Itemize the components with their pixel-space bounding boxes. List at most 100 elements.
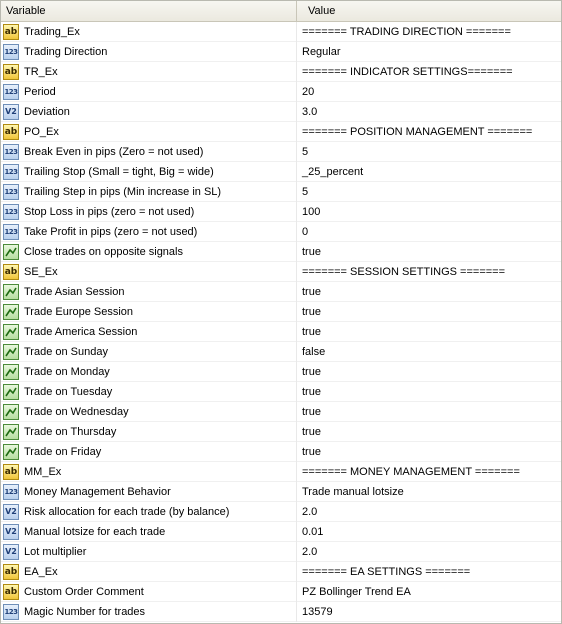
value-cell[interactable]: true [297, 322, 561, 342]
variable-cell[interactable]: V2 Risk allocation for each trade (by bal… [1, 502, 297, 522]
variable-cell[interactable]: Trade on Monday [1, 362, 297, 382]
value-cell[interactable]: 0.01 [297, 522, 561, 542]
variable-cell[interactable]: 123 Trailing Step in pips (Min increase i… [1, 182, 297, 202]
table-row[interactable]: ab PO_Ex ======= POSITION MANAGEMENT =====… [1, 122, 561, 142]
table-row[interactable]: 123 Trailing Stop (Small = tight, Big = w… [1, 162, 561, 182]
variable-cell[interactable]: 123 Period [1, 82, 297, 102]
value-cell[interactable]: 20 [297, 82, 561, 102]
value-cell[interactable]: true [297, 402, 561, 422]
value-cell[interactable]: true [297, 382, 561, 402]
value-cell[interactable]: ======= TRADING DIRECTION ======= [297, 22, 561, 42]
value-cell[interactable]: 0 [297, 222, 561, 242]
variable-cell[interactable]: 123 Trading Direction [1, 42, 297, 62]
variable-cell[interactable]: V2 Deviation [1, 102, 297, 122]
value-cell[interactable]: 3.0 [297, 102, 561, 122]
table-row[interactable]: ab TR_Ex ======= INDICATOR SETTINGS======= [1, 62, 561, 82]
table-row[interactable]: Trade on Tuesday true [1, 382, 561, 402]
table-row[interactable]: V2 Risk allocation for each trade (by bal… [1, 502, 561, 522]
table-row[interactable]: 123 Period 20 [1, 82, 561, 102]
double-icon: V2 [3, 544, 19, 560]
integer-icon: 123 [3, 604, 19, 620]
variable-cell[interactable]: V2 Manual lotsize for each trade [1, 522, 297, 542]
table-row[interactable]: 123 Stop Loss in pips (zero = not used) 10… [1, 202, 561, 222]
table-row[interactable]: V2 Lot multiplier 2.0 [1, 542, 561, 562]
table-row[interactable]: Trade Asian Session true [1, 282, 561, 302]
value-cell[interactable]: PZ Bollinger Trend EA [297, 582, 561, 602]
value-cell[interactable]: true [297, 282, 561, 302]
table-row[interactable]: Trade on Thursday true [1, 422, 561, 442]
table-row[interactable]: Trade on Monday true [1, 362, 561, 382]
double-icon: V2 [3, 524, 19, 540]
variable-cell[interactable]: Trade America Session [1, 322, 297, 342]
variable-name: Trade on Friday [24, 446, 102, 458]
variable-cell[interactable]: Trade on Tuesday [1, 382, 297, 402]
table-row[interactable]: 123 Money Management Behavior Trade manual… [1, 482, 561, 502]
variable-cell[interactable]: ab MM_Ex [1, 462, 297, 482]
variable-cell[interactable]: Trade on Wednesday [1, 402, 297, 422]
table-row[interactable]: Close trades on opposite signals true [1, 242, 561, 262]
table-row[interactable]: 123 Trailing Step in pips (Min increase i… [1, 182, 561, 202]
value-cell[interactable]: ======= EA SETTINGS ======= [297, 562, 561, 582]
table-row[interactable]: Trade on Friday true [1, 442, 561, 462]
table-row[interactable]: V2 Deviation 3.0 [1, 102, 561, 122]
value-cell[interactable]: false [297, 342, 561, 362]
value-cell[interactable]: Regular [297, 42, 561, 62]
table-row[interactable]: 123 Take Profit in pips (zero = not used)… [1, 222, 561, 242]
variable-cell[interactable]: ab Trading_Ex [1, 22, 297, 42]
table-row[interactable]: 123 Break Even in pips (Zero = not used) 5 [1, 142, 561, 162]
value-cell[interactable]: 2.0 [297, 502, 561, 522]
value-cell[interactable]: ======= POSITION MANAGEMENT ======= [297, 122, 561, 142]
variable-cell[interactable]: 123 Break Even in pips (Zero = not used) [1, 142, 297, 162]
value-cell[interactable]: 2.0 [297, 542, 561, 562]
variable-cell[interactable]: 123 Stop Loss in pips (zero = not used) [1, 202, 297, 222]
variable-cell[interactable]: Trade on Friday [1, 442, 297, 462]
value-cell[interactable]: 13579 [297, 602, 561, 622]
table-row[interactable]: Trade on Wednesday true [1, 402, 561, 422]
table-row[interactable]: V2 Manual lotsize for each trade 0.01 [1, 522, 561, 542]
value-cell[interactable]: 5 [297, 182, 561, 202]
value-cell[interactable]: ======= MONEY MANAGEMENT ======= [297, 462, 561, 482]
variable-cell[interactable]: ab TR_Ex [1, 62, 297, 82]
table-row[interactable]: 123 Magic Number for trades 13579 [1, 602, 561, 622]
variable-cell[interactable]: Close trades on opposite signals [1, 242, 297, 262]
table-row[interactable]: ab Trading_Ex ======= TRADING DIRECTION ==… [1, 22, 561, 42]
value-cell[interactable]: ======= INDICATOR SETTINGS======= [297, 62, 561, 82]
variable-name: Risk allocation for each trade (by balan… [24, 506, 230, 518]
value-cell[interactable]: true [297, 442, 561, 462]
table-row[interactable]: Trade Europe Session true [1, 302, 561, 322]
variable-cell[interactable]: 123 Money Management Behavior [1, 482, 297, 502]
variable-cell[interactable]: Trade Europe Session [1, 302, 297, 322]
value-cell[interactable]: Trade manual lotsize [297, 482, 561, 502]
value-cell[interactable]: ======= SESSION SETTINGS ======= [297, 262, 561, 282]
table-row[interactable]: Trade on Sunday false [1, 342, 561, 362]
table-row[interactable]: ab MM_Ex ======= MONEY MANAGEMENT ======= [1, 462, 561, 482]
table-row[interactable]: ab SE_Ex ======= SESSION SETTINGS ======= [1, 262, 561, 282]
value-cell[interactable]: true [297, 422, 561, 442]
table-row[interactable]: ab EA_Ex ======= EA SETTINGS ======= [1, 562, 561, 582]
variable-cell[interactable]: Trade on Thursday [1, 422, 297, 442]
table-row[interactable]: Trade America Session true [1, 322, 561, 342]
variable-column-header[interactable]: Variable [1, 1, 297, 21]
value-column-header[interactable]: Value [297, 1, 561, 21]
variable-cell[interactable]: ab SE_Ex [1, 262, 297, 282]
variable-cell[interactable]: 123 Magic Number for trades [1, 602, 297, 622]
variable-cell[interactable]: ab Custom Order Comment [1, 582, 297, 602]
string-icon: ab [3, 584, 19, 600]
value-cell[interactable]: true [297, 242, 561, 262]
value-cell[interactable]: true [297, 362, 561, 382]
variable-name: Trailing Step in pips (Min increase in S… [24, 186, 222, 198]
table-row[interactable]: ab Custom Order Comment PZ Bollinger Trend… [1, 582, 561, 602]
value-cell[interactable]: true [297, 302, 561, 322]
value-cell[interactable]: 5 [297, 142, 561, 162]
value-cell[interactable]: 100 [297, 202, 561, 222]
variable-cell[interactable]: 123 Take Profit in pips (zero = not used) [1, 222, 297, 242]
variable-cell[interactable]: V2 Lot multiplier [1, 542, 297, 562]
variable-cell[interactable]: Trade Asian Session [1, 282, 297, 302]
integer-icon: 123 [3, 164, 19, 180]
value-cell[interactable]: _25_percent [297, 162, 561, 182]
variable-cell[interactable]: Trade on Sunday [1, 342, 297, 362]
variable-cell[interactable]: ab EA_Ex [1, 562, 297, 582]
variable-cell[interactable]: 123 Trailing Stop (Small = tight, Big = w… [1, 162, 297, 182]
variable-cell[interactable]: ab PO_Ex [1, 122, 297, 142]
table-row[interactable]: 123 Trading Direction Regular [1, 42, 561, 62]
